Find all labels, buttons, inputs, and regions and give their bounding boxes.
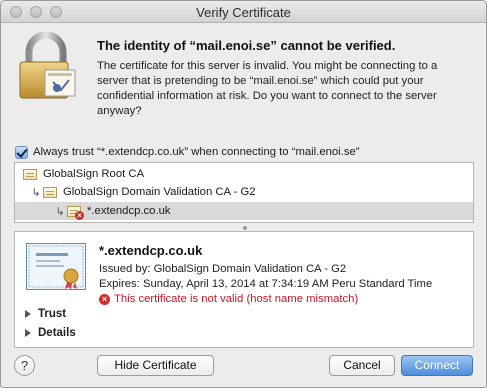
always-trust-label[interactable]: Always trust “*.extendcp.co.uk” when con… [33, 146, 360, 158]
disclosure-triangle-icon[interactable] [25, 310, 31, 318]
hide-certificate-button[interactable]: Hide Certificate [97, 355, 214, 376]
chain-item-label: *.extendcp.co.uk [87, 205, 171, 217]
chain-item-intermediate[interactable]: ↳ GlobalSign Domain Validation CA - G2 [15, 183, 473, 201]
error-text: This certificate is not valid (host name… [114, 293, 359, 305]
child-arrow-icon: ↳ [55, 205, 65, 218]
window-title: Verify Certificate [196, 5, 291, 20]
chain-item-root[interactable]: GlobalSign Root CA [15, 165, 473, 183]
certificate-common-name: *.extendcp.co.uk [99, 243, 203, 258]
always-trust-checkbox[interactable] [15, 145, 28, 159]
certificate-document-icon [26, 243, 86, 290]
chain-item-leaf-selected[interactable]: ↳ × *.extendcp.co.uk [15, 202, 473, 220]
description-text: The certificate for this server is inval… [97, 60, 438, 117]
cancel-button[interactable]: Cancel [329, 355, 395, 376]
chain-item-label: GlobalSign Domain Validation CA - G2 [63, 186, 256, 198]
help-button[interactable]: ? [14, 355, 35, 376]
certificate-icon [23, 168, 37, 180]
lock-certificate-icon [19, 32, 76, 99]
title-bar: Verify Certificate [1, 1, 486, 23]
verify-certificate-dialog: Verify Certificate The identity of “mail… [0, 0, 487, 388]
issued-by-text: Issued by: GlobalSign Domain Validation … [99, 263, 347, 275]
error-icon: × [99, 293, 110, 305]
certificate-details-panel: *.extendcp.co.uk Issued by: GlobalSign D… [14, 231, 474, 348]
certificate-error: × This certificate is not valid (host na… [99, 293, 358, 305]
certificate-chain-list[interactable]: GlobalSign Root CA ↳ GlobalSign Domain V… [14, 162, 474, 223]
expires-text: Expires: Sunday, April 13, 2014 at 7:34:… [99, 278, 433, 290]
always-trust-checkbox-row[interactable]: Always trust “*.extendcp.co.uk” when con… [15, 145, 360, 159]
details-label[interactable]: Details [38, 327, 76, 339]
certificate-icon [43, 186, 57, 198]
trust-label[interactable]: Trust [38, 308, 66, 320]
connect-button[interactable]: Connect [401, 355, 473, 376]
disclosure-triangle-icon[interactable] [25, 329, 31, 337]
headline: The identity of “mail.enoi.se” cannot be… [97, 38, 396, 53]
trust-disclosure[interactable]: Trust [25, 308, 66, 320]
details-disclosure[interactable]: Details [25, 327, 76, 339]
child-arrow-icon: ↳ [31, 186, 41, 199]
chain-item-label: GlobalSign Root CA [43, 168, 145, 180]
invalid-certificate-icon: × [67, 205, 84, 220]
